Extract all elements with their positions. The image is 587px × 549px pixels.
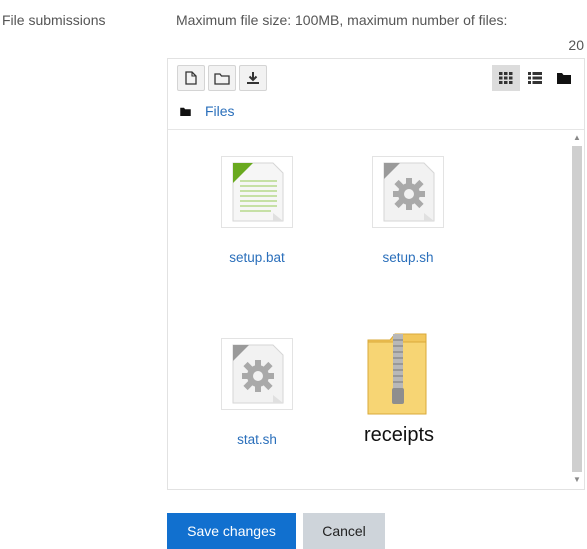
gear-file-icon [383,162,435,222]
toolbar [177,65,270,91]
create-folder-button[interactable] [208,65,236,91]
file-limits: Maximum file size: 100MB, maximum number… [176,8,584,58]
gear-file-icon [232,344,284,404]
list-view-icon [528,72,542,84]
files-area: setup.bat setup.sh stat.sh receipts ▲ ▼ [168,129,584,489]
limits-count: 20 [568,37,584,53]
grid-view-icon [499,72,513,84]
cancel-button[interactable]: Cancel [303,513,385,549]
zip-folder-icon [367,333,427,415]
field-label: File submissions [2,12,106,28]
limits-text: Maximum file size: 100MB, maximum number… [176,12,508,28]
scroll-up-icon[interactable]: ▲ [570,132,584,144]
download-icon [247,72,259,84]
file-name[interactable]: setup.bat [202,250,312,265]
new-file-icon [185,71,197,85]
path-bar: Files [180,103,235,119]
file-tile[interactable]: receipts [344,333,454,447]
save-changes-button[interactable]: Save changes [167,513,296,549]
scroll-down-icon[interactable]: ▼ [570,474,584,486]
file-tile[interactable]: setup.sh [353,156,463,265]
view-switcher [491,65,578,91]
scrollbar[interactable]: ▲ ▼ [570,132,584,486]
file-name[interactable]: stat.sh [202,432,312,447]
file-thumbnail [363,333,435,415]
text-file-icon [232,162,284,222]
file-name[interactable]: receipts [344,424,454,447]
list-view-button[interactable] [521,65,549,91]
file-name[interactable]: setup.sh [353,250,463,265]
file-tile[interactable]: stat.sh [202,338,312,447]
file-thumbnail [221,156,293,228]
file-manager: Files setup.bat setup.sh stat.sh receipt… [167,58,585,490]
download-button[interactable] [239,65,267,91]
folder-icon [180,107,191,116]
file-tile[interactable]: setup.bat [202,156,312,265]
grid-view-button[interactable] [492,65,520,91]
tree-view-icon [557,73,571,84]
file-thumbnail [221,338,293,410]
scroll-thumb[interactable] [572,146,582,472]
new-folder-icon [214,72,230,85]
file-thumbnail [372,156,444,228]
add-file-button[interactable] [177,65,205,91]
tree-view-button[interactable] [550,65,578,91]
path-crumb-files[interactable]: Files [205,103,235,119]
